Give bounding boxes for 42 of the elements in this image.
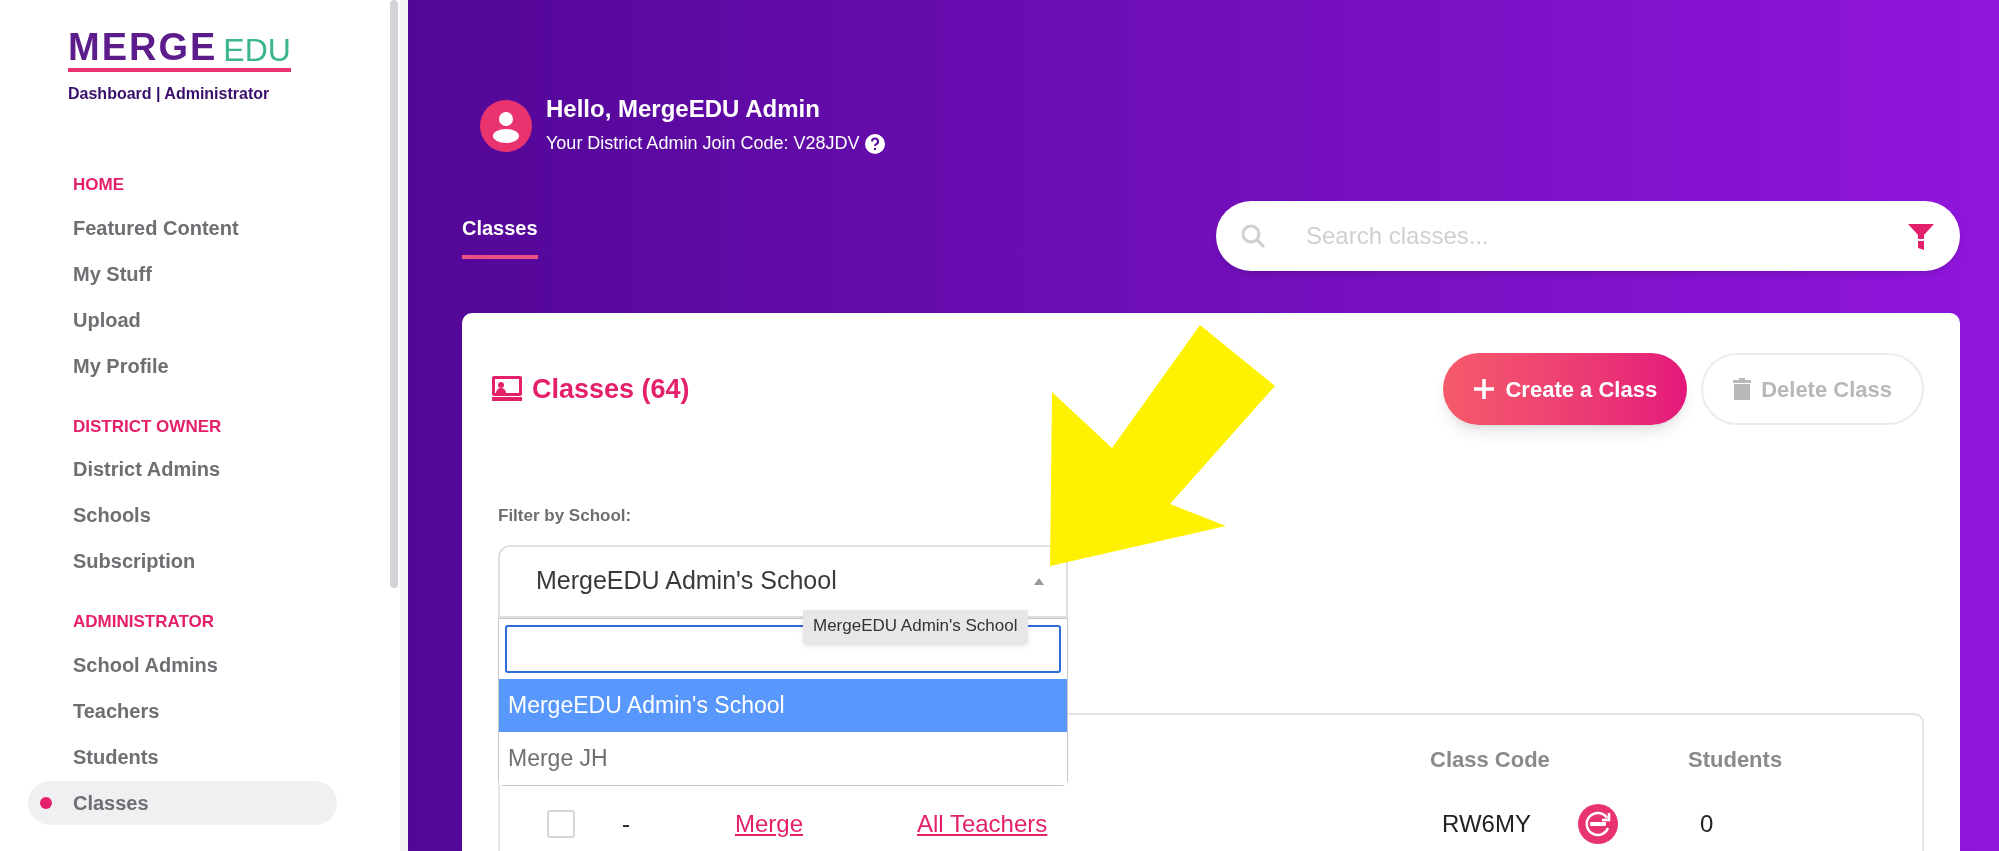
- logo[interactable]: MERGE EDU: [68, 28, 291, 72]
- sidebar-item[interactable]: Upload: [28, 297, 337, 342]
- column-header: Class Code: [1430, 745, 1551, 774]
- caret-icon: [1034, 577, 1044, 585]
- help-icon[interactable]: [865, 133, 886, 154]
- dashboard-subtitle: Dashboard | Administrator: [68, 84, 270, 104]
- refresh-icon[interactable]: [1578, 803, 1618, 844]
- table-cell: -: [622, 809, 630, 837]
- avatar-icon: [480, 99, 532, 152]
- teachers-link[interactable]: All Teachers: [917, 809, 1048, 837]
- classroom-icon: [492, 376, 522, 402]
- plus-icon: [1473, 378, 1496, 400]
- filter-icon[interactable]: [1906, 221, 1936, 251]
- sidebar-item[interactable]: District Admins: [28, 447, 337, 491]
- greeting: Hello, MergeEDU Admin: [546, 94, 821, 124]
- section-heading: DISTRICT OWNER: [73, 415, 222, 438]
- class-name-link[interactable]: Merge: [735, 809, 804, 837]
- tooltip: MergeEDU Admin's School: [803, 609, 1028, 643]
- section-heading: HOME: [73, 174, 124, 196]
- sidebar-item[interactable]: Schools: [28, 493, 337, 537]
- sidebar-item[interactable]: Teachers: [28, 688, 337, 733]
- sidebar-item[interactable]: School Admins: [28, 642, 337, 687]
- dropdown-option[interactable]: MergeEDU Admin's School: [499, 678, 1067, 732]
- search-icon: [1240, 223, 1266, 249]
- card-title: Classes (64): [532, 372, 690, 406]
- sidebar-item[interactable]: Featured Content: [28, 205, 337, 250]
- tab[interactable]: Classes: [462, 213, 538, 259]
- join-code: Your District Admin Join Code: V28JDV: [546, 132, 860, 155]
- column-header: Students: [1688, 745, 1783, 774]
- sidebar-item[interactable]: Students: [28, 734, 337, 779]
- sidebar-item[interactable]: My Profile: [28, 343, 337, 388]
- sidebar-item[interactable]: Classes: [28, 780, 337, 825]
- trash-icon: [1733, 378, 1752, 400]
- row-checkbox[interactable]: [547, 809, 575, 838]
- table-cell: 0: [1700, 809, 1714, 837]
- sidebar-item[interactable]: My Stuff: [28, 251, 337, 296]
- class-code: RW6MY: [1442, 808, 1532, 839]
- create-class-button[interactable]: Create a Class: [1443, 353, 1688, 425]
- sidebar-item[interactable]: Subscription: [28, 539, 337, 583]
- filter-label: Filter by School:: [498, 505, 633, 527]
- scrollbar[interactable]: [390, 0, 398, 588]
- section-heading: ADMINISTRATOR: [73, 611, 215, 633]
